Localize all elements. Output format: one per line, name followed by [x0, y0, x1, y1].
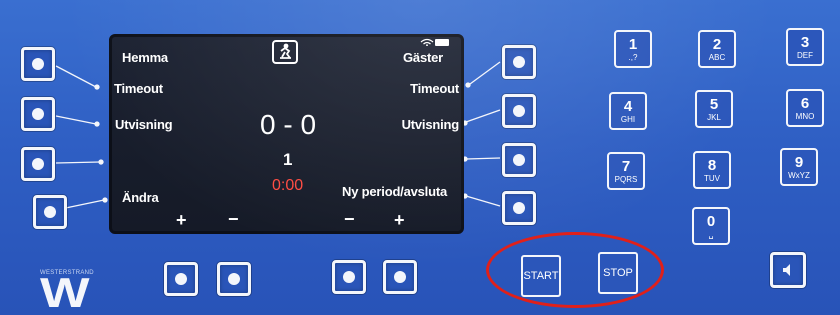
brand-logo: W — [40, 269, 90, 315]
wifi-icon — [420, 38, 434, 46]
key-0[interactable]: 0 ␣ — [692, 207, 730, 245]
key-letters: GHI — [620, 115, 636, 124]
key-letters: TUV — [704, 174, 720, 183]
speaker-button[interactable] — [770, 252, 806, 288]
home-timeout-label: Timeout — [114, 81, 163, 96]
away-timeout-label: Timeout — [410, 81, 459, 96]
away-label: Gäster — [403, 50, 443, 65]
key-digit: 0 — [706, 213, 716, 230]
key-letters: PQRS — [614, 175, 638, 184]
key-letters: WxYZ — [788, 171, 810, 180]
button-dot — [343, 271, 355, 283]
away-plus-label: + — [394, 210, 405, 230]
button-dot — [513, 154, 525, 166]
key-digit: 8 — [707, 157, 717, 174]
speaker-icon — [783, 264, 790, 276]
away-period-button[interactable] — [502, 143, 536, 177]
home-plus-button[interactable] — [217, 262, 251, 296]
key-letters: DEF — [797, 51, 813, 60]
button-dot — [394, 271, 406, 283]
button-dot — [32, 108, 44, 120]
button-dot — [32, 58, 44, 70]
button-dot — [228, 273, 240, 285]
button-dot — [513, 202, 525, 214]
home-penalty-label: Utvisning — [115, 117, 173, 132]
home-penalty-button[interactable] — [21, 97, 55, 131]
new-period-label: Ny period/avsluta — [342, 184, 447, 199]
home-minus-button[interactable] — [164, 262, 198, 296]
highlight-circle — [486, 232, 664, 308]
away-penalty-label: Utvisning — [401, 117, 460, 132]
key-8[interactable]: 8 TUV — [693, 151, 731, 189]
key-7[interactable]: 7 PQRS — [607, 152, 645, 190]
rink-icon — [272, 40, 298, 64]
edit-label: Ändra — [122, 190, 159, 205]
key-9[interactable]: 9 WxYZ — [780, 148, 818, 186]
home-timeout-button[interactable] — [21, 47, 55, 81]
key-3[interactable]: 3 DEF — [786, 28, 824, 66]
button-dot — [175, 273, 187, 285]
away-timeout-button[interactable] — [502, 45, 536, 79]
key-letters: .,? — [628, 53, 638, 62]
key-letters: ABC — [708, 53, 726, 62]
button-dot — [44, 206, 56, 218]
key-letters: MNO — [795, 112, 815, 121]
home-label: Hemma — [122, 50, 168, 65]
key-digit: 3 — [800, 34, 810, 51]
scoreboard-control-panel: Hemma Gäster Timeout Timeout Utvisning U… — [0, 0, 840, 315]
time-display: 0:00 — [272, 177, 304, 194]
display-screen: Hemma Gäster Timeout Timeout Utvisning U… — [109, 34, 464, 234]
away-penalty-button[interactable] — [502, 94, 536, 128]
button-dot — [32, 158, 44, 170]
score-display: 0 - 0 — [260, 109, 317, 140]
key-5[interactable]: 5 JKL — [695, 90, 733, 128]
new-period-button[interactable] — [502, 191, 536, 225]
key-2[interactable]: 2 ABC — [698, 30, 736, 68]
key-6[interactable]: 6 MNO — [786, 89, 824, 127]
button-dot — [513, 105, 525, 117]
key-letters: ␣ — [708, 230, 714, 239]
home-period-button[interactable] — [21, 147, 55, 181]
home-minus-label: − — [228, 209, 239, 229]
battery-icon — [435, 39, 449, 46]
key-digit: 9 — [794, 154, 804, 171]
key-digit: 7 — [621, 158, 631, 175]
key-digit: 2 — [712, 36, 722, 53]
button-dot — [513, 56, 525, 68]
key-digit: 4 — [623, 98, 633, 115]
key-digit: 6 — [800, 95, 810, 112]
key-4[interactable]: 4 GHI — [609, 92, 647, 130]
away-plus-button[interactable] — [383, 260, 417, 294]
away-minus-label: − — [344, 209, 355, 229]
key-digit: 1 — [628, 36, 638, 53]
key-letters: JKL — [707, 113, 721, 122]
period-display: 1 — [283, 150, 293, 169]
home-plus-label: + — [176, 210, 187, 230]
away-minus-button[interactable] — [332, 260, 366, 294]
key-digit: 5 — [709, 96, 719, 113]
edit-button[interactable] — [33, 195, 67, 229]
key-1[interactable]: 1.,? — [614, 30, 652, 68]
